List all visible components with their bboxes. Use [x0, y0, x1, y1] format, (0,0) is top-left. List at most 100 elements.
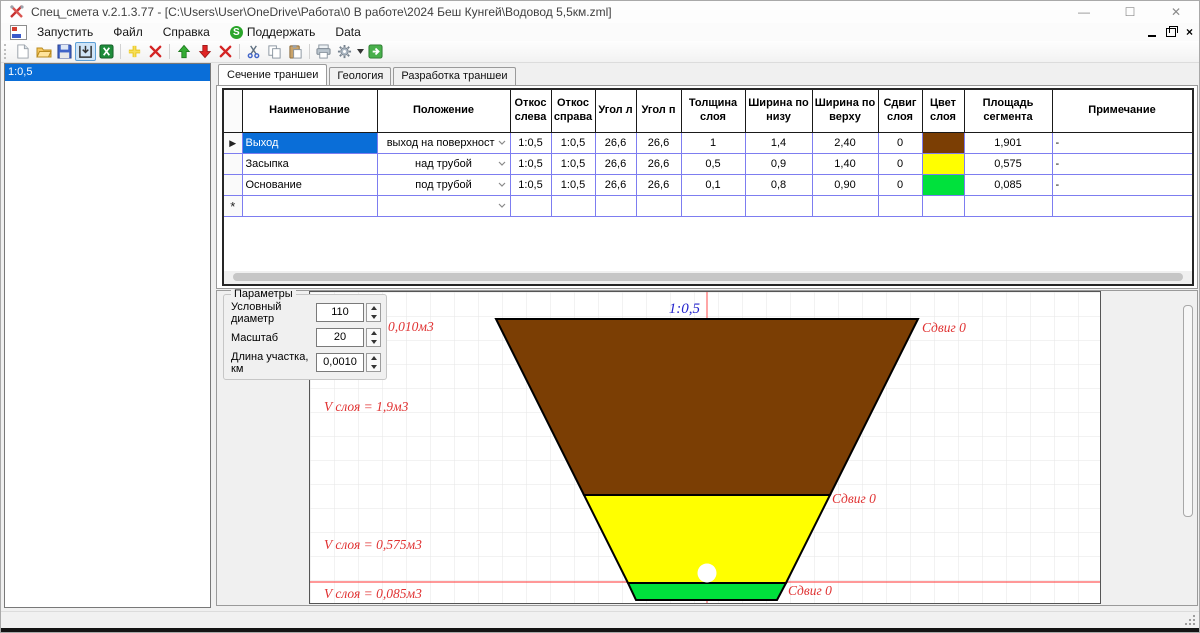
- scale-stepper[interactable]: [366, 328, 381, 347]
- menu-data[interactable]: Data: [325, 23, 370, 41]
- col-header[interactable]: Площадь сегмента: [964, 90, 1052, 133]
- cell-angle-r[interactable]: 26,6: [636, 154, 681, 175]
- chevron-down-icon[interactable]: [495, 198, 509, 213]
- cell-width-bottom[interactable]: 0,8: [745, 175, 812, 196]
- cell-note[interactable]: -: [1052, 133, 1192, 154]
- tab-geology[interactable]: Геология: [329, 67, 391, 85]
- cell-area[interactable]: 0,575: [964, 154, 1052, 175]
- vertical-scrollbar[interactable]: [1183, 305, 1193, 517]
- table-row[interactable]: ▶ Выход выход на поверхность 1:0,5 1:0,5…: [224, 133, 1192, 154]
- cell-shift[interactable]: 0: [878, 133, 922, 154]
- cell-slope-right[interactable]: 1:0,5: [551, 175, 595, 196]
- menu-file[interactable]: Файл: [103, 23, 153, 41]
- cell-angle-l[interactable]: 26,6: [595, 133, 636, 154]
- chevron-down-icon[interactable]: [495, 156, 509, 171]
- cell-slope-left[interactable]: 1:0,5: [510, 175, 551, 196]
- col-header[interactable]: Примечание: [1052, 90, 1192, 133]
- col-header[interactable]: Толщина слоя: [681, 90, 745, 133]
- col-header[interactable]: Ширина по верху: [812, 90, 878, 133]
- col-header[interactable]: Наименование: [242, 90, 377, 133]
- cell-position[interactable]: под трубой: [377, 175, 510, 196]
- new-document-icon[interactable]: [12, 42, 33, 61]
- cell-note[interactable]: -: [1052, 154, 1192, 175]
- cell-name[interactable]: Засыпка: [242, 154, 377, 175]
- delete-row-icon[interactable]: [145, 42, 166, 61]
- minimize-icon[interactable]: —: [1061, 1, 1107, 23]
- mdi-restore-icon[interactable]: [1166, 28, 1176, 37]
- cell-position[interactable]: над трубой: [377, 154, 510, 175]
- move-up-icon[interactable]: [173, 42, 194, 61]
- length-input[interactable]: 0,0010: [316, 353, 364, 372]
- excel-export-icon[interactable]: [96, 42, 117, 61]
- cell-thickness[interactable]: 0,5: [681, 154, 745, 175]
- table-row[interactable]: Основание под трубой 1:0,5 1:0,5 26,6 26…: [224, 175, 1192, 196]
- scale-input[interactable]: 20: [316, 328, 364, 347]
- print-icon[interactable]: [313, 42, 334, 61]
- cell-name[interactable]: [242, 196, 377, 217]
- cell-slope-right[interactable]: 1:0,5: [551, 154, 595, 175]
- cell-width-top[interactable]: 2,40: [812, 133, 878, 154]
- cell-shift[interactable]: 0: [878, 154, 922, 175]
- cell-name[interactable]: Выход: [242, 133, 377, 154]
- cell-position[interactable]: [377, 196, 510, 217]
- menu-support[interactable]: S Поддержать: [220, 23, 326, 41]
- delete-icon[interactable]: [215, 42, 236, 61]
- sections-list[interactable]: 1:0,5: [4, 63, 211, 608]
- mdi-close-icon[interactable]: ×: [1186, 23, 1193, 41]
- list-item-section[interactable]: 1:0,5: [5, 64, 210, 81]
- table-row[interactable]: Засыпка над трубой 1:0,5 1:0,5 26,6 26,6…: [224, 154, 1192, 175]
- cell-width-top[interactable]: 1,40: [812, 154, 878, 175]
- cell-color-swatch[interactable]: [922, 133, 964, 154]
- settings-dropdown-icon[interactable]: [355, 42, 365, 61]
- cell-thickness[interactable]: 0,1: [681, 175, 745, 196]
- cell-area[interactable]: 0,085: [964, 175, 1052, 196]
- diameter-stepper[interactable]: [366, 303, 381, 322]
- save-icon[interactable]: [54, 42, 75, 61]
- cell-angle-l[interactable]: 26,6: [595, 175, 636, 196]
- open-folder-icon[interactable]: [33, 42, 54, 61]
- col-header[interactable]: Цвет слоя: [922, 90, 964, 133]
- cell-slope-left[interactable]: 1:0,5: [510, 133, 551, 154]
- copy-icon[interactable]: [264, 42, 285, 61]
- chevron-down-icon[interactable]: [495, 177, 509, 192]
- col-header[interactable]: Откос справа: [551, 90, 595, 133]
- cell-area[interactable]: 1,901: [964, 133, 1052, 154]
- close-icon[interactable]: ✕: [1153, 1, 1199, 23]
- cell-name[interactable]: Основание: [242, 175, 377, 196]
- tab-section[interactable]: Сечение траншеи: [218, 64, 327, 85]
- col-header[interactable]: Угол л: [595, 90, 636, 133]
- cell-position[interactable]: выход на поверхность: [377, 133, 510, 154]
- import-icon[interactable]: [75, 42, 96, 61]
- cell-note[interactable]: -: [1052, 175, 1192, 196]
- chevron-down-icon[interactable]: [495, 135, 509, 150]
- cell-angle-r[interactable]: 26,6: [636, 175, 681, 196]
- maximize-icon[interactable]: ☐: [1107, 1, 1153, 23]
- cell-thickness[interactable]: 1: [681, 133, 745, 154]
- cell-color-swatch[interactable]: [922, 175, 964, 196]
- col-header[interactable]: Откос слева: [510, 90, 551, 133]
- col-header[interactable]: Сдвиг слоя: [878, 90, 922, 133]
- col-header[interactable]: Ширина по низу: [745, 90, 812, 133]
- cell-shift[interactable]: 0: [878, 175, 922, 196]
- cell-slope-left[interactable]: 1:0,5: [510, 154, 551, 175]
- col-header[interactable]: Угол п: [636, 90, 681, 133]
- horizontal-scrollbar[interactable]: [224, 271, 1192, 284]
- cell-width-top[interactable]: 0,90: [812, 175, 878, 196]
- scrollbar-thumb[interactable]: [233, 273, 1183, 281]
- run-icon[interactable]: [365, 42, 386, 61]
- cell-angle-l[interactable]: 26,6: [595, 154, 636, 175]
- tab-excavation[interactable]: Разработка траншеи: [393, 67, 515, 85]
- add-row-icon[interactable]: [124, 42, 145, 61]
- layer-base-polygon[interactable]: [628, 583, 786, 600]
- cell-width-bottom[interactable]: 0,9: [745, 154, 812, 175]
- menu-run[interactable]: Запустить: [27, 23, 103, 41]
- diameter-input[interactable]: 110: [316, 303, 364, 322]
- length-stepper[interactable]: [366, 353, 381, 372]
- col-header[interactable]: Положение: [377, 90, 510, 133]
- cell-angle-r[interactable]: 26,6: [636, 133, 681, 154]
- table-new-row[interactable]: *: [224, 196, 1192, 217]
- resize-grip-icon[interactable]: [1184, 614, 1196, 626]
- move-down-icon[interactable]: [194, 42, 215, 61]
- cell-width-bottom[interactable]: 1,4: [745, 133, 812, 154]
- paste-icon[interactable]: [285, 42, 306, 61]
